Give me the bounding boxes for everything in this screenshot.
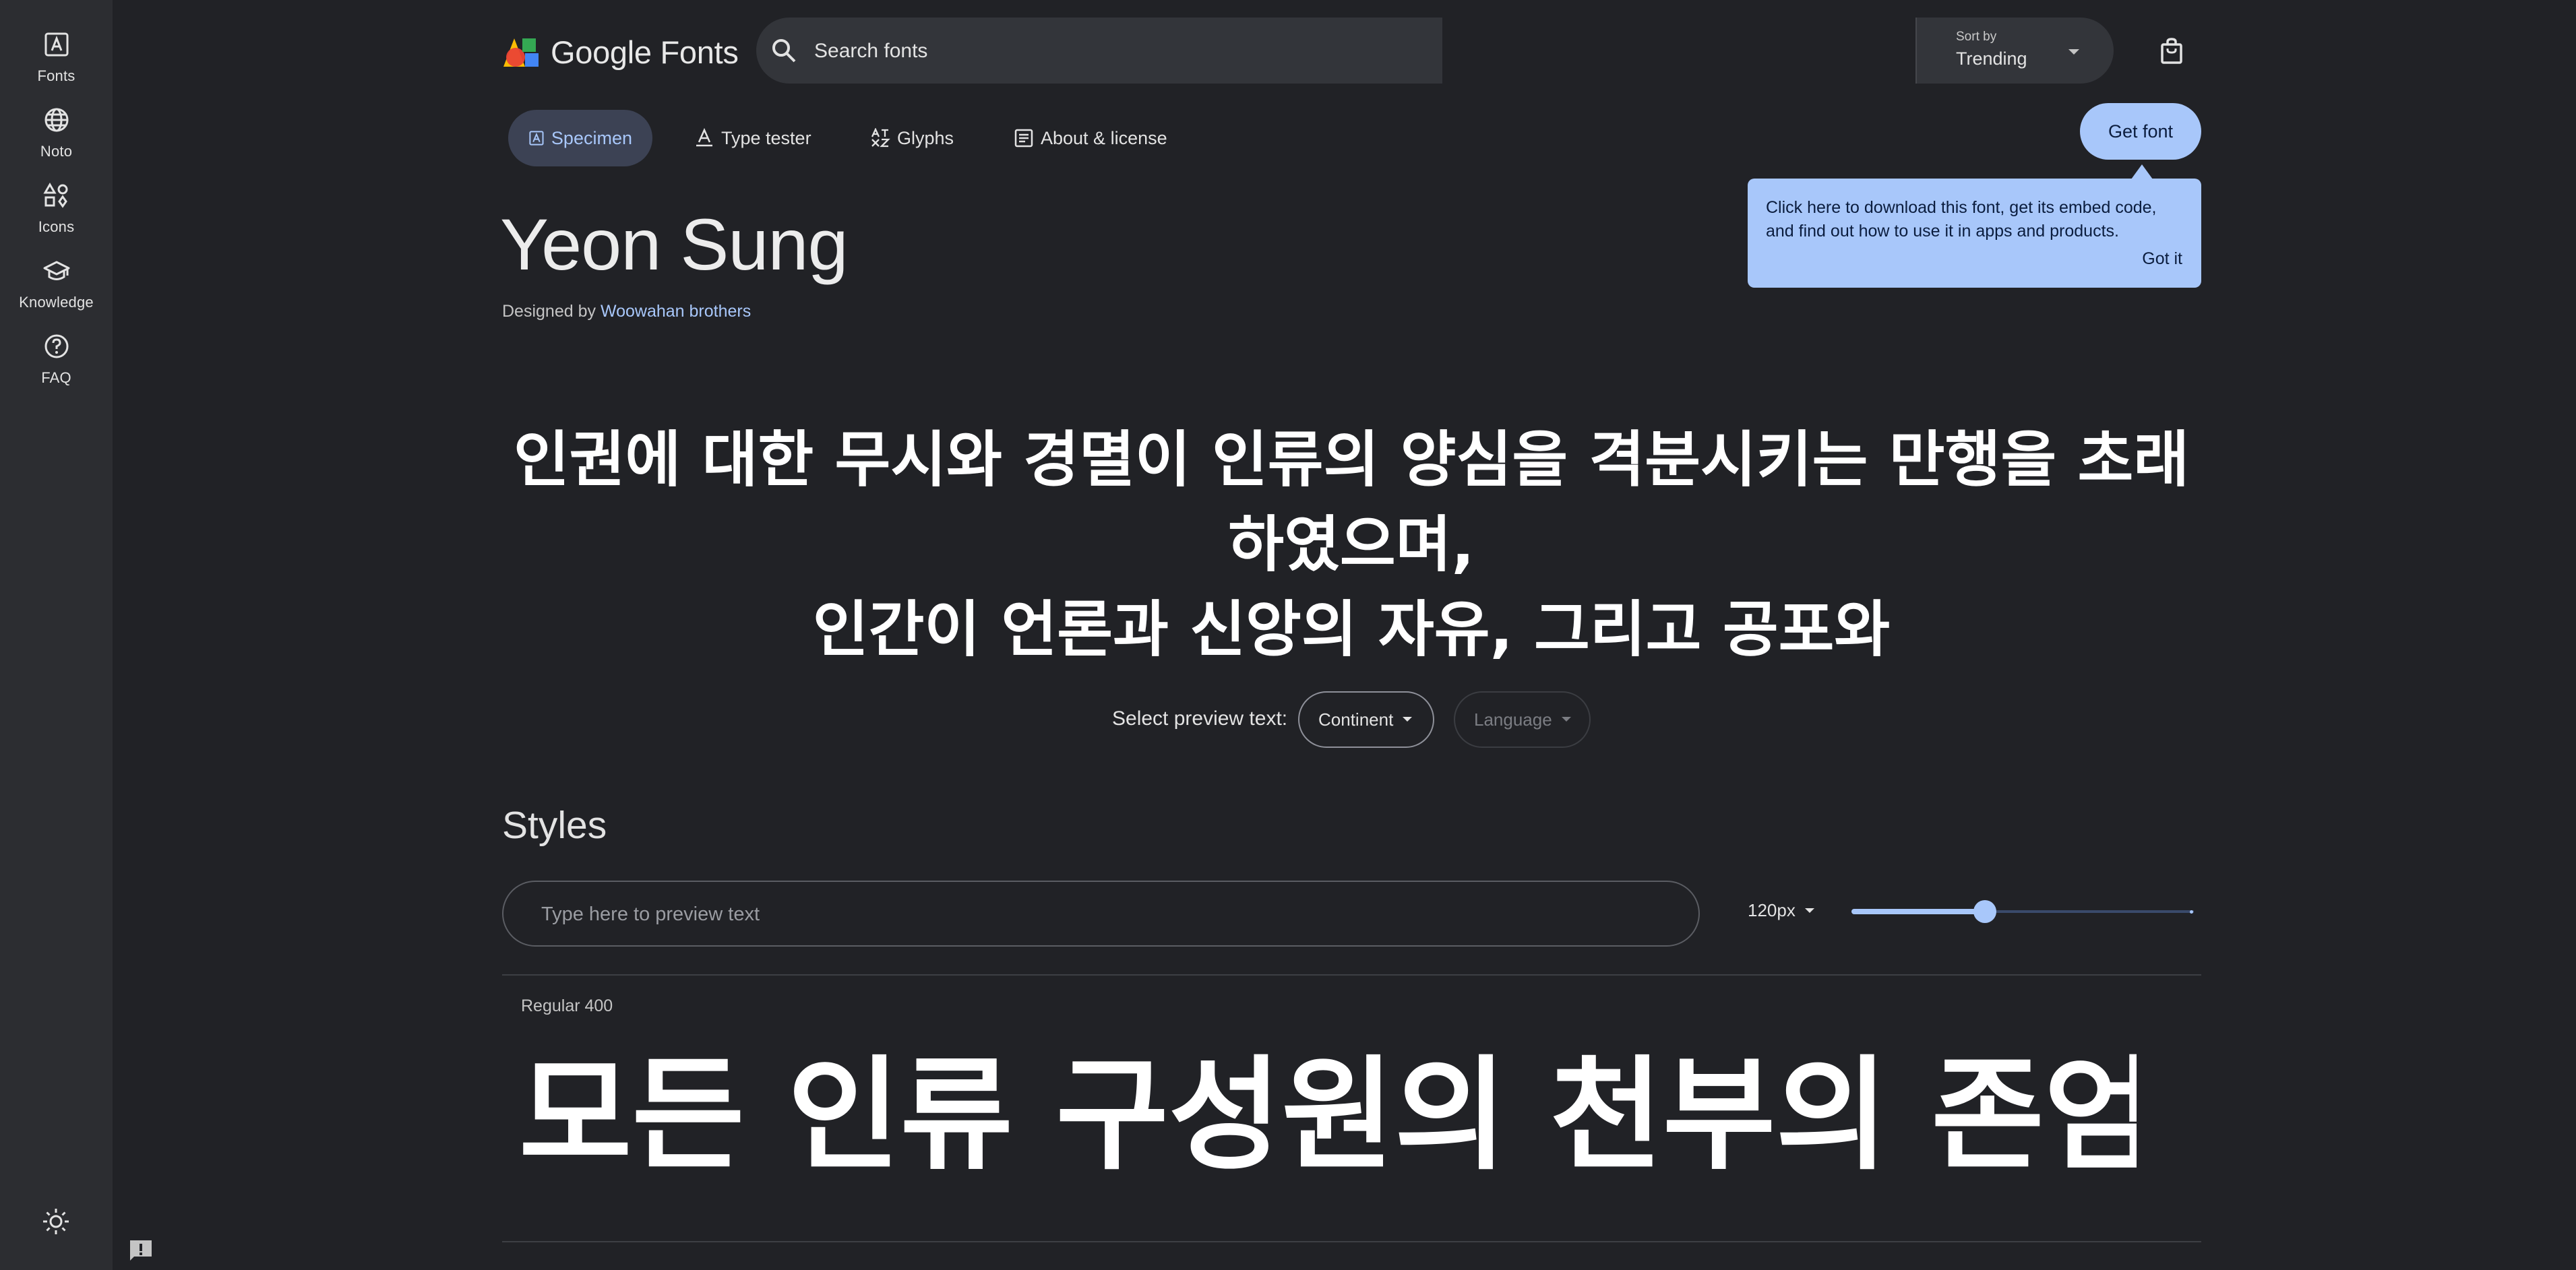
rail-item-icons[interactable]: Icons (0, 182, 113, 236)
glyphs-icon (871, 128, 890, 148)
preview-text-field[interactable] (502, 881, 1700, 947)
logo-text: Google Fonts (551, 34, 739, 70)
rail-item-noto[interactable]: Noto (0, 106, 113, 160)
shopping-bag-icon (2161, 38, 2182, 64)
language-select[interactable]: Language (1454, 691, 1591, 748)
styles-heading: Styles (502, 804, 607, 847)
tab-type-tester[interactable]: Type tester (694, 110, 811, 166)
sort-dropdown[interactable]: Sort by Trending (1915, 18, 2114, 84)
specimen-icon (529, 131, 544, 146)
document-icon (1014, 129, 1033, 148)
feedback-icon (130, 1240, 152, 1261)
globe-icon (44, 108, 68, 132)
rail-item-knowledge[interactable]: Knowledge (0, 257, 113, 311)
continent-select-label: Continent (1318, 709, 1394, 730)
type-tester-icon (696, 128, 712, 147)
tab-specimen[interactable]: Specimen (508, 110, 652, 166)
sort-label: Sort by (1956, 30, 1997, 44)
language-select-label: Language (1474, 709, 1552, 730)
search-icon (772, 39, 796, 63)
side-nav-rail: Fonts Noto Icons Knowledge FAQ (0, 0, 113, 1270)
preview-text-label: Select preview text: (1112, 707, 1288, 730)
designer-line: Designed by Woowahan brothers (502, 302, 751, 321)
search-input[interactable] (813, 34, 1409, 68)
hero-line-1: 인권에 대한 무시와 경멸이 인류의 양심을 격분시키는 만행을 초래하였으며, (513, 424, 2190, 580)
chevron-down-icon (2068, 49, 2079, 55)
search-bar[interactable] (756, 18, 1442, 84)
designer-link[interactable]: Woowahan brothers (601, 302, 751, 321)
rail-label-icons: Icons (38, 218, 75, 235)
google-fonts-logo[interactable]: Google Fonts (502, 34, 739, 71)
get-font-tooltip: Click here to download this font, get it… (1748, 179, 2201, 288)
hero-specimen: 인권에 대한 무시와 경멸이 인류의 양심을 격분시키는 만행을 초래하였으며,… (502, 418, 2201, 672)
got-it-button[interactable]: Got it (2142, 249, 2182, 269)
divider (502, 1241, 2201, 1242)
font-family-title: Yeon Sung (500, 203, 849, 285)
tooltip-text: Click here to download this font, get it… (1766, 198, 2157, 241)
help-circle-icon (44, 334, 68, 358)
feedback-button[interactable] (128, 1238, 154, 1266)
tooltip-arrow (2131, 164, 2153, 179)
tab-specimen-label: Specimen (551, 127, 632, 148)
brightness-icon (43, 1209, 69, 1234)
google-fonts-logo-icon (503, 38, 539, 67)
font-size-select[interactable]: 120px (1748, 900, 1816, 921)
get-font-button[interactable]: Get font (2080, 103, 2201, 160)
preview-text-input[interactable] (540, 898, 1655, 930)
rail-label-fonts: Fonts (37, 67, 75, 84)
font-icon (44, 32, 68, 57)
tab-glyphs-label: Glyphs (897, 127, 954, 148)
chevron-down-icon (1403, 717, 1413, 722)
font-size-slider[interactable] (1851, 887, 2194, 936)
tab-about-license[interactable]: About & license (1014, 110, 1167, 166)
chevron-down-icon (1561, 717, 1571, 722)
shapes-icon (42, 183, 67, 208)
rail-label-noto: Noto (40, 143, 73, 160)
hero-line-2: 인간이 언론과 신앙의 자유, 그리고 공포와 (812, 594, 1891, 665)
style-name: Regular 400 (521, 996, 613, 1015)
tab-type-tester-label: Type tester (721, 127, 811, 148)
tab-glyphs[interactable]: Glyphs (870, 110, 954, 166)
continent-select[interactable]: Continent (1298, 691, 1434, 748)
style-sample-text: 모든 인류 구성원의 천부의 존엄성과 (519, 1048, 2137, 1182)
divider (502, 974, 2201, 976)
rail-label-knowledge: Knowledge (19, 294, 94, 311)
selected-families-button[interactable] (2160, 38, 2183, 68)
slider-end-dot (2190, 910, 2193, 914)
rail-item-fonts[interactable]: Fonts (0, 31, 113, 85)
sort-value: Trending (1956, 49, 2027, 69)
theme-toggle-button[interactable] (40, 1206, 71, 1240)
chevron-down-icon (1804, 908, 1814, 913)
graduation-cap-icon (43, 261, 69, 280)
tab-about-license-label: About & license (1041, 127, 1167, 148)
rail-label-faq: FAQ (41, 369, 71, 386)
slider-thumb[interactable] (1973, 900, 1997, 923)
rail-item-faq[interactable]: FAQ (0, 333, 113, 387)
font-size-value: 120px (1748, 900, 1796, 920)
slider-fill (1851, 909, 1986, 914)
designed-by-prefix: Designed by (502, 302, 596, 321)
